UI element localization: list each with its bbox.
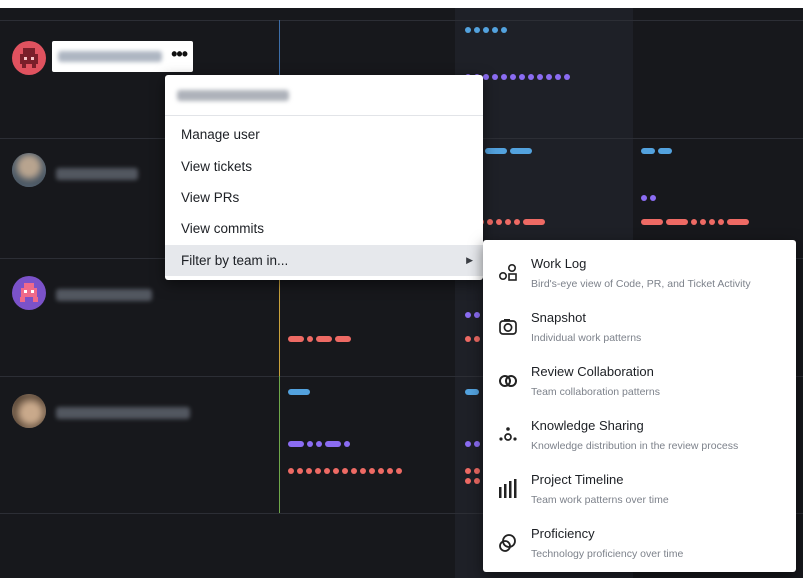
user-name-redacted xyxy=(56,168,138,180)
submenu-item-knowledge-sharing[interactable]: Knowledge Sharing Knowledge distribution… xyxy=(483,408,796,462)
submenu-item-title: Work Log xyxy=(531,256,587,271)
activity-dots xyxy=(641,148,672,154)
submenu-item-title: Review Collaboration xyxy=(531,364,654,379)
submenu-item-subtitle: Team collaboration patterns xyxy=(531,386,660,398)
activity-dots xyxy=(288,441,350,447)
activity-dots xyxy=(465,312,480,318)
menu-item-label: Filter by team in... xyxy=(181,253,289,268)
activity-dots xyxy=(465,27,507,33)
avatar[interactable] xyxy=(12,394,46,428)
menu-item-label: View commits xyxy=(181,221,265,236)
menu-item-filter-by-team[interactable]: Filter by team in... ▶ xyxy=(165,245,483,276)
activity-dots xyxy=(465,441,480,447)
chevron-right-icon: ▶ xyxy=(466,255,473,265)
submenu-item-subtitle: Knowledge distribution in the review pro… xyxy=(531,440,739,452)
filter-by-team-submenu: Work Log Bird's-eye view of Code, PR, an… xyxy=(483,240,796,572)
menu-item-view-commits[interactable]: View commits xyxy=(165,213,483,244)
submenu-item-subtitle: Technology proficiency over time xyxy=(531,548,684,560)
camera-icon xyxy=(499,319,517,335)
user-name-redacted xyxy=(56,407,190,419)
activity-dots xyxy=(465,389,479,395)
activity-dots xyxy=(641,219,749,225)
user-context-menu: Manage user View tickets View PRs View c… xyxy=(165,75,483,280)
menu-item-view-tickets[interactable]: View tickets xyxy=(165,151,483,182)
submenu-item-work-log[interactable]: Work Log Bird's-eye view of Code, PR, an… xyxy=(483,246,796,300)
menu-item-label: Manage user xyxy=(181,127,260,142)
bar-timeline-icon xyxy=(499,479,517,498)
activity-dots xyxy=(288,336,351,342)
user-name-redacted xyxy=(58,51,162,62)
user-name-field[interactable]: ••• xyxy=(52,41,193,72)
activity-dots xyxy=(465,478,480,484)
activity-dots xyxy=(641,195,656,201)
interlocking-rings-icon xyxy=(499,375,517,387)
dots-network-icon xyxy=(499,427,517,441)
timeline-marker xyxy=(279,20,280,80)
submenu-item-title: Project Timeline xyxy=(531,472,624,487)
avatar[interactable] xyxy=(12,153,46,187)
submenu-item-snapshot[interactable]: Snapshot Individual work patterns xyxy=(483,300,796,354)
activity-dots xyxy=(288,389,310,395)
submenu-item-subtitle: Individual work patterns xyxy=(531,332,642,344)
menu-item-manage-user[interactable]: Manage user xyxy=(165,119,483,150)
activity-dots xyxy=(465,468,480,474)
submenu-item-proficiency[interactable]: Proficiency Technology proficiency over … xyxy=(483,516,796,570)
avatar[interactable] xyxy=(12,41,46,75)
context-menu-header xyxy=(165,75,483,116)
menu-item-label: View tickets xyxy=(181,159,253,174)
overlapping-circles-icon xyxy=(499,534,516,552)
submenu-item-subtitle: Bird's-eye view of Code, PR, and Ticket … xyxy=(531,278,751,290)
avatar[interactable] xyxy=(12,276,46,310)
submenu-item-title: Snapshot xyxy=(531,310,586,325)
user-name-redacted xyxy=(56,289,152,301)
menu-item-label: View PRs xyxy=(181,190,240,205)
activity-dots xyxy=(465,336,480,342)
submenu-item-subtitle: Team work patterns over time xyxy=(531,494,669,506)
submenu-item-title: Knowledge Sharing xyxy=(531,418,644,433)
timeline-marker xyxy=(279,376,280,513)
more-options-icon[interactable]: ••• xyxy=(171,44,188,64)
submenu-item-title: Proficiency xyxy=(531,526,595,541)
row-divider xyxy=(0,20,803,21)
activity-dots xyxy=(288,468,402,474)
submenu-item-project-timeline[interactable]: Project Timeline Team work patterns over… xyxy=(483,462,796,516)
submenu-item-review-collaboration[interactable]: Review Collaboration Team collaboration … xyxy=(483,354,796,408)
menu-item-view-prs[interactable]: View PRs xyxy=(165,182,483,213)
activity-dots xyxy=(485,148,532,154)
work-log-icon xyxy=(498,263,517,281)
user-name-redacted xyxy=(177,90,289,101)
